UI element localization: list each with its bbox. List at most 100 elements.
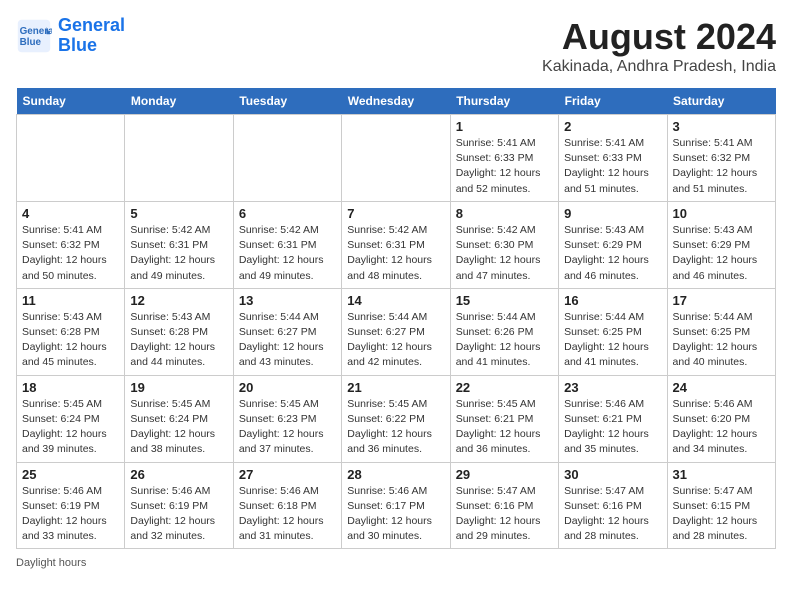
logo-line2: Blue	[58, 35, 97, 55]
cell-info: Sunrise: 5:44 AMSunset: 6:27 PMDaylight:…	[239, 310, 336, 371]
cell-info: Sunrise: 5:46 AMSunset: 6:18 PMDaylight:…	[239, 484, 336, 545]
date-number: 11	[22, 293, 119, 308]
calendar-cell: 24Sunrise: 5:46 AMSunset: 6:20 PMDayligh…	[667, 375, 775, 462]
logo-text: General Blue	[58, 16, 125, 56]
calendar-cell: 4 Sunrise: 5:41 AMSunset: 6:32 PMDaylight…	[17, 201, 125, 288]
calendar-cell: 3Sunrise: 5:41 AMSunset: 6:32 PMDaylight…	[667, 115, 775, 202]
calendar-cell: 27Sunrise: 5:46 AMSunset: 6:18 PMDayligh…	[233, 462, 341, 549]
calendar-cell: 7 Sunrise: 5:42 AMSunset: 6:31 PMDaylight…	[342, 201, 450, 288]
logo-icon: General Blue	[16, 18, 52, 54]
logo: General Blue General Blue	[16, 16, 125, 56]
date-number: 6	[239, 206, 336, 221]
cell-info: Sunrise: 5:43 AMSunset: 6:28 PMDaylight:…	[130, 310, 227, 371]
date-number: 3	[673, 119, 770, 134]
date-number: 21	[347, 380, 444, 395]
cell-info: Sunrise: 5:47 AMSunset: 6:15 PMDaylight:…	[673, 484, 770, 545]
cell-info: Sunrise: 5:47 AMSunset: 6:16 PMDaylight:…	[564, 484, 661, 545]
calendar-cell: 8 Sunrise: 5:42 AMSunset: 6:30 PMDaylight…	[450, 201, 558, 288]
calendar-cell: 30 Sunrise: 5:47 AMSunset: 6:16 PMDayligh…	[559, 462, 667, 549]
date-number: 10	[673, 206, 770, 221]
calendar-cell	[125, 115, 233, 202]
date-number: 29	[456, 467, 553, 482]
date-number: 26	[130, 467, 227, 482]
calendar-cell: 6 Sunrise: 5:42 AMSunset: 6:31 PMDaylight…	[233, 201, 341, 288]
date-number: 18	[22, 380, 119, 395]
date-number: 2	[564, 119, 661, 134]
calendar-cell: 26 Sunrise: 5:46 AMSunset: 6:19 PMDayligh…	[125, 462, 233, 549]
date-number: 28	[347, 467, 444, 482]
calendar-cell: 17Sunrise: 5:44 AMSunset: 6:25 PMDayligh…	[667, 288, 775, 375]
calendar-cell: 25Sunrise: 5:46 AMSunset: 6:19 PMDayligh…	[17, 462, 125, 549]
calendar-cell: 19Sunrise: 5:45 AMSunset: 6:24 PMDayligh…	[125, 375, 233, 462]
date-number: 5	[130, 206, 227, 221]
cell-info: Sunrise: 5:41 AMSunset: 6:33 PMDaylight:…	[456, 136, 553, 197]
cell-info: Sunrise: 5:42 AMSunset: 6:31 PMDaylight:…	[239, 223, 336, 284]
date-number: 7	[347, 206, 444, 221]
week-row-4: 18 Sunrise: 5:45 AMSunset: 6:24 PMDayligh…	[17, 375, 776, 462]
cell-info: Sunrise: 5:44 AMSunset: 6:27 PMDaylight:…	[347, 310, 444, 371]
cell-info: Sunrise: 5:42 AMSunset: 6:31 PMDaylight:…	[347, 223, 444, 284]
svg-text:Blue: Blue	[20, 37, 42, 48]
date-number: 19	[130, 380, 227, 395]
cell-info: Sunrise: 5:46 AMSunset: 6:19 PMDaylight:…	[22, 484, 119, 545]
cell-info: Sunrise: 5:45 AMSunset: 6:22 PMDaylight:…	[347, 397, 444, 458]
date-number: 16	[564, 293, 661, 308]
cell-info: Sunrise: 5:44 AMSunset: 6:26 PMDaylight:…	[456, 310, 553, 371]
date-number: 15	[456, 293, 553, 308]
day-header-friday: Friday	[559, 88, 667, 115]
calendar-cell: 23 Sunrise: 5:46 AMSunset: 6:21 PMDayligh…	[559, 375, 667, 462]
cell-info: Sunrise: 5:44 AMSunset: 6:25 PMDaylight:…	[673, 310, 770, 371]
cell-info: Sunrise: 5:43 AMSunset: 6:28 PMDaylight:…	[22, 310, 119, 371]
cell-info: Sunrise: 5:46 AMSunset: 6:20 PMDaylight:…	[673, 397, 770, 458]
calendar-cell	[342, 115, 450, 202]
date-number: 23	[564, 380, 661, 395]
week-row-5: 25Sunrise: 5:46 AMSunset: 6:19 PMDayligh…	[17, 462, 776, 549]
date-number: 9	[564, 206, 661, 221]
cell-info: Sunrise: 5:45 AMSunset: 6:24 PMDaylight:…	[22, 397, 119, 458]
calendar-cell	[17, 115, 125, 202]
cell-info: Sunrise: 5:45 AMSunset: 6:23 PMDaylight:…	[239, 397, 336, 458]
calendar-cell: 10 Sunrise: 5:43 AMSunset: 6:29 PMDayligh…	[667, 201, 775, 288]
cell-info: Sunrise: 5:46 AMSunset: 6:21 PMDaylight:…	[564, 397, 661, 458]
cell-info: Sunrise: 5:43 AMSunset: 6:29 PMDaylight:…	[673, 223, 770, 284]
date-number: 8	[456, 206, 553, 221]
cell-info: Sunrise: 5:41 AMSunset: 6:32 PMDaylight:…	[22, 223, 119, 284]
cell-info: Sunrise: 5:47 AMSunset: 6:16 PMDaylight:…	[456, 484, 553, 545]
date-number: 1	[456, 119, 553, 134]
calendar-cell: 9 Sunrise: 5:43 AMSunset: 6:29 PMDaylight…	[559, 201, 667, 288]
date-number: 22	[456, 380, 553, 395]
date-number: 14	[347, 293, 444, 308]
calendar-cell: 28 Sunrise: 5:46 AMSunset: 6:17 PMDayligh…	[342, 462, 450, 549]
date-number: 12	[130, 293, 227, 308]
calendar-cell	[233, 115, 341, 202]
cell-info: Sunrise: 5:43 AMSunset: 6:29 PMDaylight:…	[564, 223, 661, 284]
day-header-wednesday: Wednesday	[342, 88, 450, 115]
cell-info: Sunrise: 5:42 AMSunset: 6:30 PMDaylight:…	[456, 223, 553, 284]
cell-info: Sunrise: 5:46 AMSunset: 6:19 PMDaylight:…	[130, 484, 227, 545]
calendar-cell: 1 Sunrise: 5:41 AMSunset: 6:33 PMDaylight…	[450, 115, 558, 202]
calendar-cell: 16Sunrise: 5:44 AMSunset: 6:25 PMDayligh…	[559, 288, 667, 375]
calendar-cell: 18 Sunrise: 5:45 AMSunset: 6:24 PMDayligh…	[17, 375, 125, 462]
calendar-cell: 22 Sunrise: 5:45 AMSunset: 6:21 PMDayligh…	[450, 375, 558, 462]
footer: Daylight hours	[16, 557, 776, 569]
day-header-thursday: Thursday	[450, 88, 558, 115]
week-row-1: 1 Sunrise: 5:41 AMSunset: 6:33 PMDaylight…	[17, 115, 776, 202]
calendar-cell: 29 Sunrise: 5:47 AMSunset: 6:16 PMDayligh…	[450, 462, 558, 549]
date-number: 20	[239, 380, 336, 395]
day-header-row: SundayMondayTuesdayWednesdayThursdayFrid…	[17, 88, 776, 115]
calendar-cell: 15 Sunrise: 5:44 AMSunset: 6:26 PMDayligh…	[450, 288, 558, 375]
day-header-sunday: Sunday	[17, 88, 125, 115]
calendar-cell: 13Sunrise: 5:44 AMSunset: 6:27 PMDayligh…	[233, 288, 341, 375]
cell-info: Sunrise: 5:41 AMSunset: 6:33 PMDaylight:…	[564, 136, 661, 197]
calendar-cell: 20 Sunrise: 5:45 AMSunset: 6:23 PMDayligh…	[233, 375, 341, 462]
logo-line1: General	[58, 15, 125, 35]
cell-info: Sunrise: 5:46 AMSunset: 6:17 PMDaylight:…	[347, 484, 444, 545]
calendar-cell: 14 Sunrise: 5:44 AMSunset: 6:27 PMDayligh…	[342, 288, 450, 375]
calendar-cell: 21 Sunrise: 5:45 AMSunset: 6:22 PMDayligh…	[342, 375, 450, 462]
page-subtitle: Kakinada, Andhra Pradesh, India	[542, 58, 776, 76]
date-number: 4	[22, 206, 119, 221]
header: General Blue General Blue August 2024 Ka…	[16, 16, 776, 76]
day-header-saturday: Saturday	[667, 88, 775, 115]
date-number: 30	[564, 467, 661, 482]
cell-info: Sunrise: 5:45 AMSunset: 6:21 PMDaylight:…	[456, 397, 553, 458]
